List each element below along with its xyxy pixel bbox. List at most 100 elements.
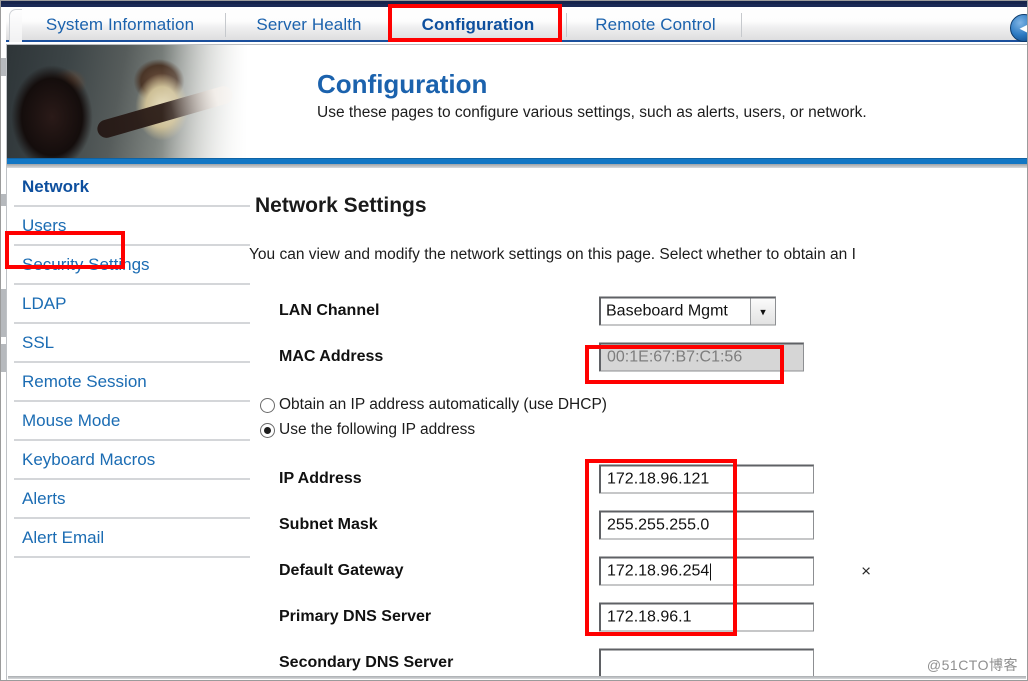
clear-input-icon[interactable]: × bbox=[861, 562, 871, 582]
ip-address-label: IP Address bbox=[279, 470, 362, 487]
radio-static-ip[interactable]: Use the following IP address bbox=[248, 419, 1028, 444]
row-subnet-mask: Subnet Mask 255.255.255.0 bbox=[248, 502, 1028, 548]
default-gateway-value: 172.18.96.254 bbox=[607, 562, 710, 580]
primary-dns-value: 172.18.96.1 bbox=[607, 608, 692, 626]
sidebar-item-label: SSL bbox=[22, 332, 55, 352]
sidebar-item-label: Keyboard Macros bbox=[22, 449, 156, 469]
ip-address-input[interactable]: 172.18.96.121 bbox=[599, 464, 814, 494]
navy-inner-line bbox=[0, 0, 1028, 4]
network-settings-panel: Network Settings You can view and modify… bbox=[248, 168, 1028, 681]
watermark: @51CTO博客 bbox=[926, 657, 1018, 673]
subnet-mask-value: 255.255.255.0 bbox=[607, 516, 710, 534]
sidebar-item-alert-email[interactable]: Alert Email bbox=[14, 519, 250, 558]
banner-subtitle: Use these pages to configure various set… bbox=[317, 104, 867, 121]
tab-remote-control[interactable]: Remote Control bbox=[573, 7, 738, 42]
row-default-gateway: Default Gateway 172.18.96.254 × bbox=[248, 548, 1028, 594]
subnet-mask-label: Subnet Mask bbox=[279, 516, 378, 533]
sidebar-item-remote-session[interactable]: Remote Session bbox=[14, 363, 250, 402]
mac-address-input: 00:1E:67:B7:C1:56 bbox=[599, 342, 804, 372]
radio-spacer bbox=[248, 380, 1028, 394]
photo-fade-overlay bbox=[162, 45, 272, 161]
ip-address-value: 172.18.96.121 bbox=[607, 470, 710, 488]
tab-configuration[interactable]: Configuration bbox=[398, 7, 558, 42]
mac-address-field-wrap: 00:1E:67:B7:C1:56 bbox=[599, 342, 804, 372]
default-gateway-field-wrap: 172.18.96.254 × bbox=[599, 556, 871, 586]
lan-channel-value: Baseboard Mgmt bbox=[606, 302, 728, 320]
two-technicians-photo bbox=[7, 45, 272, 161]
sidebar-item-label: Remote Session bbox=[22, 371, 147, 391]
sidebar-item-keyboard-macros[interactable]: Keyboard Macros bbox=[14, 441, 250, 480]
ip-address-field-wrap: 172.18.96.121 bbox=[599, 464, 814, 494]
back-arrow-circle-icon[interactable]: ◄ bbox=[1010, 14, 1028, 42]
sidebar-item-label: Alerts bbox=[22, 488, 66, 508]
tab-label: System Information bbox=[45, 14, 195, 34]
network-settings-form: LAN Channel Baseboard Mgmt ▾ MAC Address bbox=[248, 288, 1028, 681]
row-secondary-dns: Secondary DNS Server bbox=[248, 640, 1028, 681]
radio-dhcp[interactable]: Obtain an IP address automatically (use … bbox=[248, 394, 1028, 419]
back-arrow-glyph: ◄ bbox=[1016, 19, 1028, 37]
sidebar-item-users[interactable]: Users bbox=[14, 207, 250, 246]
sidebar-item-label: LDAP bbox=[22, 293, 67, 313]
lan-channel-field-wrap: Baseboard Mgmt ▾ bbox=[599, 296, 776, 326]
page-title: Network Settings bbox=[255, 194, 427, 217]
sidebar-item-label: Mouse Mode bbox=[22, 410, 121, 430]
radio-dhcp-label: Obtain an IP address automatically (use … bbox=[279, 396, 607, 413]
page-banner: Configuration Use these pages to configu… bbox=[7, 44, 1028, 164]
page-description: You can view and modify the network sett… bbox=[249, 246, 856, 263]
radio-static-ip-indicator[interactable] bbox=[260, 423, 275, 438]
sidebar-item-label: Alert Email bbox=[22, 527, 105, 547]
banner-title: Configuration bbox=[317, 69, 488, 99]
left-edge-rail bbox=[0, 44, 7, 681]
subnet-mask-field-wrap: 255.255.255.0 bbox=[599, 510, 814, 540]
sidebar-item-label: Users bbox=[22, 215, 67, 235]
tab-label: Configuration bbox=[421, 14, 535, 34]
subnet-mask-input[interactable]: 255.255.255.0 bbox=[599, 510, 814, 540]
tab-divider-4 bbox=[741, 13, 742, 37]
mac-address-label: MAC Address bbox=[279, 348, 384, 365]
sidebar-item-mouse-mode[interactable]: Mouse Mode bbox=[14, 402, 250, 441]
lan-channel-select[interactable]: Baseboard Mgmt ▾ bbox=[599, 296, 776, 326]
default-gateway-input[interactable]: 172.18.96.254 × bbox=[599, 556, 871, 586]
browser-screen: System Information Server Health Configu… bbox=[0, 0, 1028, 681]
tab-server-health[interactable]: Server Health bbox=[234, 7, 384, 42]
radio-bottom-spacer bbox=[248, 444, 1028, 456]
chevron-glyph: ▾ bbox=[760, 306, 766, 318]
bottom-rule bbox=[8, 676, 1026, 679]
secondary-dns-field-wrap bbox=[599, 648, 814, 678]
mac-address-value: 00:1E:67:B7:C1:56 bbox=[607, 348, 743, 366]
sidebar-item-alerts[interactable]: Alerts bbox=[14, 480, 250, 519]
radio-dhcp-indicator[interactable] bbox=[260, 398, 275, 413]
sidebar-item-label: Security Settings bbox=[22, 254, 150, 274]
rail-mark-2 bbox=[1, 194, 6, 206]
chevron-down-icon[interactable]: ▾ bbox=[750, 298, 775, 325]
sidebar-item-ldap[interactable]: LDAP bbox=[14, 285, 250, 324]
radio-static-ip-label: Use the following IP address bbox=[279, 421, 476, 438]
top-navy-strip bbox=[0, 0, 1028, 7]
text-caret bbox=[710, 563, 712, 580]
main-tabbar: System Information Server Health Configu… bbox=[6, 7, 1028, 42]
lan-channel-label: LAN Channel bbox=[279, 302, 380, 319]
rail-mark-1 bbox=[1, 58, 6, 76]
secondary-dns-input[interactable] bbox=[599, 648, 814, 678]
row-ip-address: IP Address 172.18.96.121 bbox=[248, 456, 1028, 502]
default-gateway-label: Default Gateway bbox=[279, 562, 404, 579]
sidebar-item-ssl[interactable]: SSL bbox=[14, 324, 250, 363]
tab-divider-2 bbox=[388, 13, 389, 37]
primary-dns-field-wrap: 172.18.96.1 bbox=[599, 602, 814, 632]
primary-dns-input[interactable]: 172.18.96.1 bbox=[599, 602, 814, 632]
secondary-dns-label: Secondary DNS Server bbox=[279, 654, 454, 671]
banner-text-block: Configuration Use these pages to configu… bbox=[317, 71, 867, 121]
primary-dns-label: Primary DNS Server bbox=[279, 608, 432, 625]
tab-label: Remote Control bbox=[595, 14, 716, 34]
rail-mark-3 bbox=[1, 289, 6, 337]
content-area: Network Users Security Settings LDAP SSL… bbox=[8, 168, 1028, 680]
sidebar-item-label: Network bbox=[22, 176, 90, 196]
tab-system-information[interactable]: System Information bbox=[20, 7, 220, 42]
sidebar-item-network[interactable]: Network bbox=[14, 168, 250, 207]
tab-label: Server Health bbox=[256, 14, 362, 34]
configuration-sidebar: Network Users Security Settings LDAP SSL… bbox=[14, 168, 250, 558]
tab-divider-1 bbox=[225, 13, 226, 37]
tab-divider-3 bbox=[566, 13, 567, 37]
row-mac-address: MAC Address 00:1E:67:B7:C1:56 bbox=[248, 334, 1028, 380]
sidebar-item-security-settings[interactable]: Security Settings bbox=[14, 246, 250, 285]
